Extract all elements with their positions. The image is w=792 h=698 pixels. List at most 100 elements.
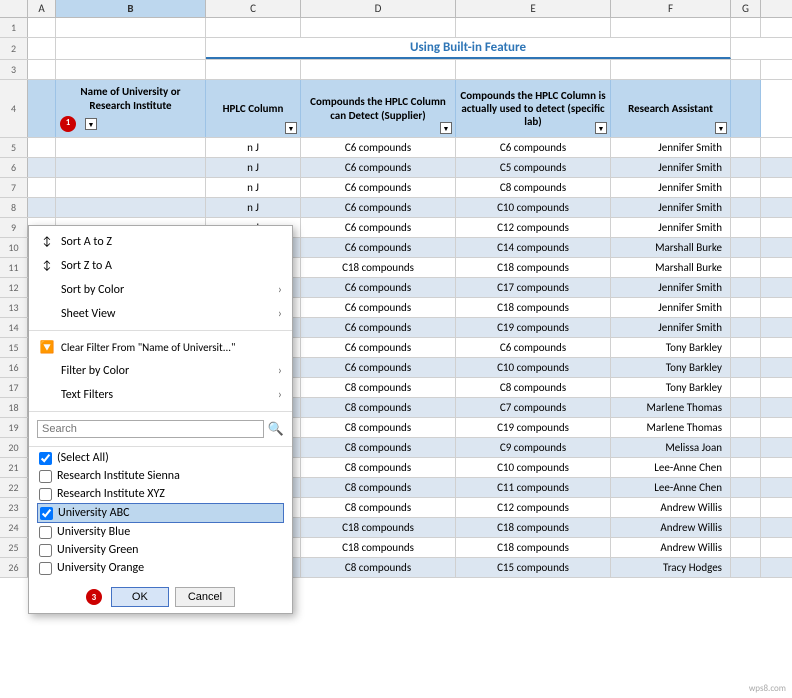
cell-c: n J xyxy=(206,198,301,217)
header-a xyxy=(28,80,56,137)
cell-g xyxy=(731,418,761,437)
filter-dropdown-b[interactable]: ▼ xyxy=(85,118,97,130)
cancel-button[interactable]: Cancel xyxy=(175,587,235,607)
item-checkbox[interactable] xyxy=(39,470,52,483)
cell-e: C18 compounds xyxy=(456,538,611,557)
sheet-view-item[interactable]: Sheet View › xyxy=(29,302,292,326)
item-label: University Blue xyxy=(57,525,130,539)
clear-filter-item[interactable]: 🔽 Clear Filter From "Name of Universit..… xyxy=(29,335,292,359)
cell-e: C7 compounds xyxy=(456,398,611,417)
header-b: Name of University or Research Institute… xyxy=(56,80,206,137)
col-a-letter: A xyxy=(28,0,56,17)
header-d: Compounds the HPLC Column can Detect (Su… xyxy=(301,80,456,137)
filter-dropdown-d[interactable]: ▼ xyxy=(440,122,452,134)
header-d-text: Compounds the HPLC Column can Detect (Su… xyxy=(305,95,451,121)
cell-f: Tony Barkley xyxy=(611,338,731,357)
sort-by-color-item[interactable]: Sort by Color › xyxy=(29,278,292,302)
row-num: 23 xyxy=(0,498,28,517)
cell-f: Jennifer Smith xyxy=(611,158,731,177)
filter-dropdown-f[interactable]: ▼ xyxy=(715,122,727,134)
filter-by-color-label: Filter by Color xyxy=(61,364,129,378)
list-item[interactable]: Research Institute XYZ xyxy=(37,485,284,503)
cell-g xyxy=(731,158,761,177)
cell-f: Jennifer Smith xyxy=(611,318,731,337)
check-all-checkbox[interactable] xyxy=(39,452,52,465)
cell-f: Jennifer Smith xyxy=(611,278,731,297)
text-filters-arrow: › xyxy=(278,388,282,402)
cell-c: n J xyxy=(206,138,301,157)
cell-e: C17 compounds xyxy=(456,278,611,297)
item-label: University Green xyxy=(57,543,138,557)
row-num: 25 xyxy=(0,538,28,557)
search-input[interactable] xyxy=(37,420,264,438)
cell-e: C14 compounds xyxy=(456,238,611,257)
cell-d: C18 compounds xyxy=(301,538,456,557)
cell-g xyxy=(731,258,761,277)
row-num: 26 xyxy=(0,558,28,577)
cell-f: Melissa Joan xyxy=(611,438,731,457)
row-num: 6 xyxy=(0,158,28,177)
filter-dropdown-c[interactable]: ▼ xyxy=(285,122,297,134)
cell-d: C6 compounds xyxy=(301,178,456,197)
row-2: 2 Using Built-in Feature xyxy=(0,38,792,60)
col-d-letter: D xyxy=(301,0,456,17)
row-1: 1 xyxy=(0,18,792,38)
row-num: 11 xyxy=(0,258,28,277)
r2a xyxy=(28,38,56,59)
cell-f: Andrew Willis xyxy=(611,498,731,517)
button-row: 3 OK Cancel xyxy=(29,581,292,613)
row-num: 14 xyxy=(0,318,28,337)
ok-button[interactable]: OK xyxy=(111,587,169,607)
filter-color-icon xyxy=(39,363,55,379)
item-checkbox[interactable] xyxy=(39,562,52,575)
r3g xyxy=(731,60,761,79)
list-item[interactable]: University ABC xyxy=(37,503,284,523)
cell-d: C6 compounds xyxy=(301,138,456,157)
row-num: 21 xyxy=(0,458,28,477)
item-checkbox[interactable] xyxy=(39,544,52,557)
filter-by-color-item[interactable]: Filter by Color › xyxy=(29,359,292,383)
item-checkbox[interactable] xyxy=(39,526,52,539)
cell-f: Tony Barkley xyxy=(611,378,731,397)
filter-section: 🔽 Clear Filter From "Name of Universit..… xyxy=(29,331,292,412)
r1b xyxy=(56,18,206,37)
cell-g xyxy=(731,538,761,557)
sort-section: ↕ Sort A to Z ↕ Sort Z to A Sort by Colo… xyxy=(29,226,292,331)
sort-za-icon: ↕ xyxy=(39,258,55,274)
text-filters-icon xyxy=(39,387,55,403)
cell-g xyxy=(731,398,761,417)
item-checkbox[interactable] xyxy=(39,488,52,501)
search-icon: 🔍 xyxy=(268,422,284,437)
text-filters-item[interactable]: Text Filters › xyxy=(29,383,292,407)
cell-e: C10 compounds xyxy=(456,358,611,377)
list-item[interactable]: University Blue xyxy=(37,523,284,541)
rn-3: 3 xyxy=(0,60,28,79)
cell-b xyxy=(56,138,206,157)
sort-az-item[interactable]: ↕ Sort A to Z xyxy=(29,230,292,254)
list-item[interactable]: University Orange xyxy=(37,559,284,577)
r3a xyxy=(28,60,56,79)
cell-e: C10 compounds xyxy=(456,198,611,217)
check-all-item[interactable]: (Select All) xyxy=(37,449,284,467)
cell-d: C18 compounds xyxy=(301,518,456,537)
cell-f: Marshall Burke xyxy=(611,258,731,277)
list-item[interactable]: Research Institute Sienna xyxy=(37,467,284,485)
item-checkbox[interactable] xyxy=(40,507,53,520)
cell-d: C8 compounds xyxy=(301,498,456,517)
item-label: University ABC xyxy=(58,506,130,520)
cell-d: C6 compounds xyxy=(301,278,456,297)
badge-1: 1 xyxy=(60,116,76,132)
cell-e: C19 compounds xyxy=(456,318,611,337)
sort-za-item[interactable]: ↕ Sort Z to A xyxy=(29,254,292,278)
r1a xyxy=(28,18,56,37)
row-num: 20 xyxy=(0,438,28,457)
cell-d: C8 compounds xyxy=(301,478,456,497)
list-item[interactable]: University Green xyxy=(37,541,284,559)
cell-f: Andrew Willis xyxy=(611,538,731,557)
cell-g xyxy=(731,498,761,517)
cell-a xyxy=(28,198,56,217)
text-filters-label: Text Filters xyxy=(61,388,113,402)
filter-dropdown-e[interactable]: ▼ xyxy=(595,122,607,134)
cell-e: C5 compounds xyxy=(456,158,611,177)
col-f-letter: F xyxy=(611,0,731,17)
